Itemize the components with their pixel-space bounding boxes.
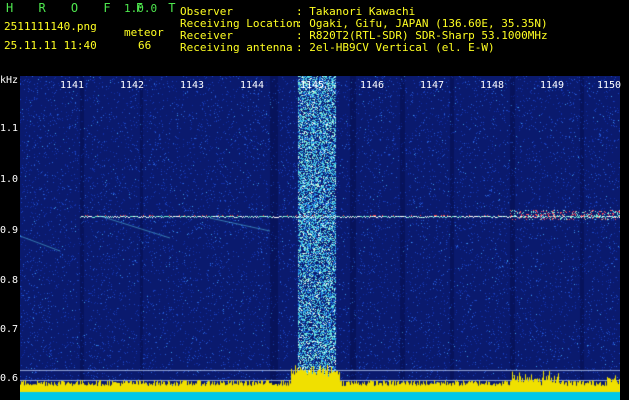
y-tick: 1.1 — [0, 123, 19, 134]
x-tick: 1147 — [420, 80, 445, 91]
x-tick: 1146 — [360, 80, 385, 91]
y-tick: 0.9 — [0, 225, 19, 236]
app-version: 1.0.0 — [124, 2, 158, 15]
header-panel: H R O F F T 1.0.0 2511111140.png meteor … — [0, 0, 629, 76]
spectrogram-waterfall — [20, 76, 620, 400]
file-datetime: 25.11.11 11:40 — [4, 39, 97, 52]
x-tick: 1150 — [597, 80, 622, 91]
x-tick: 1144 — [240, 80, 265, 91]
y-tick: 1.0 — [0, 174, 19, 185]
meteor-label: meteor — [124, 26, 164, 39]
y-axis-unit: kHz — [0, 75, 19, 86]
x-tick: 1149 — [540, 80, 565, 91]
y-tick: 0.6 — [0, 373, 19, 384]
x-tick: 1142 — [120, 80, 145, 91]
info-value-antenna: : 2el-HB9CV Vertical (el. E-W) — [296, 41, 495, 54]
file-name: 2511111140.png — [4, 20, 97, 33]
app-title: H R O F F T — [6, 1, 185, 15]
info-key-antenna: Receiving antenna — [180, 41, 293, 54]
x-tick: 1141 — [60, 80, 85, 91]
x-tick: 1145 — [300, 80, 325, 91]
y-tick: 0.7 — [0, 324, 19, 335]
x-tick: 1143 — [180, 80, 205, 91]
x-tick: 1148 — [480, 80, 505, 91]
y-tick: 0.8 — [0, 275, 19, 286]
meteor-count: 66 — [138, 39, 152, 52]
